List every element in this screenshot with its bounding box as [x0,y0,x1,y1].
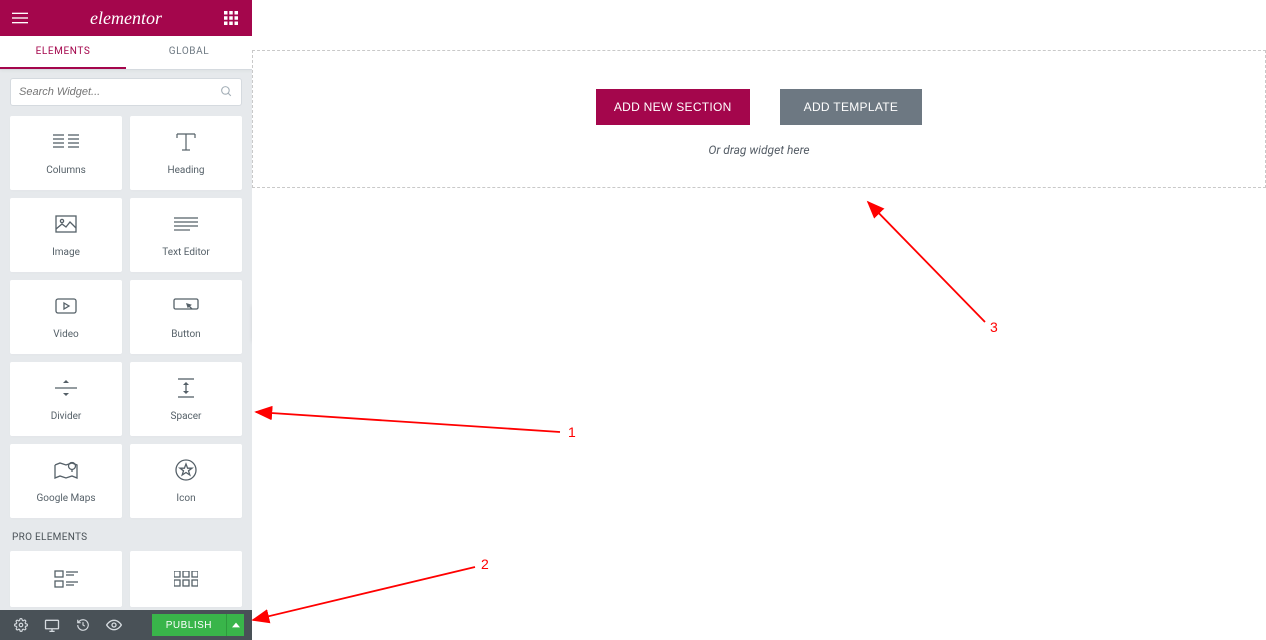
publish-options[interactable] [226,614,244,636]
publish-wrap: PUBLISH [152,614,244,636]
history-icon[interactable] [76,618,90,632]
button-icon [173,295,199,317]
heading-icon [175,131,197,153]
panel-scroll: Columns Heading Image Text Editor Video … [0,70,252,610]
widget-label: Video [53,329,78,340]
add-template-button[interactable]: ADD TEMPLATE [780,89,923,125]
responsive-icon[interactable] [44,619,60,632]
action-row: ADD NEW SECTION ADD TEMPLATE [253,89,1265,125]
widget-video[interactable]: Video [10,280,122,354]
tab-elements[interactable]: ELEMENTS [0,36,126,69]
editor-canvas[interactable]: ADD NEW SECTION ADD TEMPLATE Or drag wid… [252,0,1266,640]
widget-columns[interactable]: Columns [10,116,122,190]
preview-icon[interactable] [106,619,122,631]
widget-label: Divider [51,411,82,422]
video-icon [55,295,77,317]
widget-label: Icon [176,493,195,504]
brand-logo: elementor [90,8,162,29]
search-widget-box[interactable] [10,78,242,106]
menu-icon[interactable] [12,10,28,26]
columns-icon [53,131,79,153]
widget-label: Columns [46,165,86,176]
panel-footer: PUBLISH [0,610,252,640]
widget-label: Heading [167,165,204,176]
new-section-dropzone[interactable]: ADD NEW SECTION ADD TEMPLATE Or drag wid… [252,50,1266,188]
widget-icon[interactable]: Icon [130,444,242,518]
widget-divider[interactable]: Divider [10,362,122,436]
widget-label: Spacer [171,411,202,422]
spacer-icon [178,377,194,399]
settings-icon[interactable] [14,618,28,632]
widget-label: Text Editor [162,247,209,258]
portfolio-icon [174,568,198,590]
pro-widget-grid [10,551,242,607]
search-icon[interactable] [220,83,233,102]
panel-tabs: ELEMENTS GLOBAL [0,36,252,70]
widget-heading[interactable]: Heading [130,116,242,190]
apps-icon[interactable] [224,10,240,26]
divider-icon [55,377,77,399]
search-input[interactable] [19,86,220,98]
widget-portfolio[interactable] [130,551,242,607]
widget-text-editor[interactable]: Text Editor [130,198,242,272]
footer-left [4,618,122,632]
panel-header: elementor [0,0,252,36]
widget-spacer[interactable]: Spacer [130,362,242,436]
widget-label: Google Maps [37,493,96,504]
image-icon [55,213,77,235]
tab-global[interactable]: GLOBAL [126,36,252,69]
widget-grid: Columns Heading Image Text Editor Video … [10,116,242,518]
widget-label: Image [52,247,80,258]
map-icon [54,459,78,481]
add-new-section-button[interactable]: ADD NEW SECTION [596,89,750,125]
text-icon [174,213,198,235]
section-title-pro: PRO ELEMENTS [10,518,242,551]
widget-google-maps[interactable]: Google Maps [10,444,122,518]
posts-icon [54,568,78,590]
elementor-panel: elementor ELEMENTS GLOBAL Columns Headin… [0,0,252,640]
widget-label: Button [171,329,200,340]
icon-icon [175,459,197,481]
publish-button[interactable]: PUBLISH [152,614,226,636]
drag-hint-text: Or drag widget here [253,143,1265,157]
widget-button[interactable]: Button [130,280,242,354]
widget-posts[interactable] [10,551,122,607]
widget-image[interactable]: Image [10,198,122,272]
